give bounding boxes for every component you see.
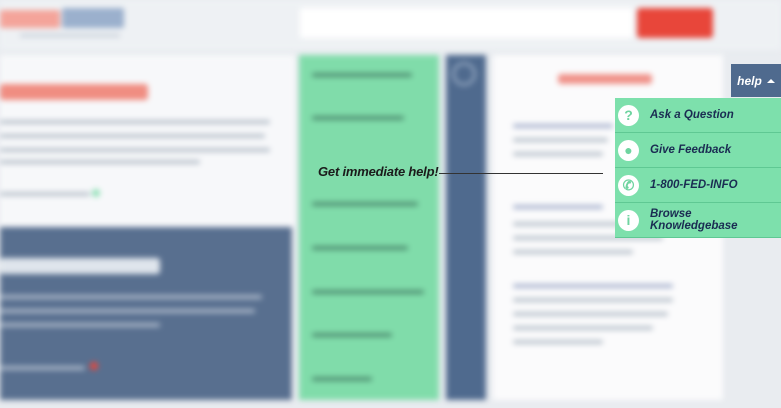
nav-link[interactable] [312,333,392,337]
text-line [0,160,200,164]
text-line [0,134,265,138]
text-line [0,148,270,152]
nav-column-navy [446,55,486,400]
search-input[interactable] [300,8,633,38]
text-line [513,298,673,302]
start-business-heading [0,84,148,100]
nav-link[interactable] [312,73,412,77]
help-item-ask-question[interactable]: ? Ask a Question [615,98,781,133]
nav-link[interactable] [312,116,404,120]
text-line [0,120,270,124]
help-item-give-feedback[interactable]: ● Give Feedback [615,133,781,168]
help-item-label: Give Feedback [650,144,732,156]
nav-link[interactable] [312,202,418,206]
lightbulb-icon: ● [618,139,639,161]
sponsored-heading [558,74,652,84]
help-item-label: Browse Knowledgebase [650,208,738,232]
nav-link[interactable] [312,246,408,250]
learn-more-dot [90,362,98,370]
learn-more-dot [92,189,100,197]
question-icon: ? [618,104,639,126]
nav-column-green [299,55,439,400]
help-item-label: Ask a Question [650,109,734,121]
text-line [513,124,613,128]
text-line [513,284,673,288]
info-icon: i [618,209,639,231]
nav-link[interactable] [312,290,424,294]
text-line [513,205,603,209]
text-line [513,326,653,330]
site-logo-mark [62,8,124,28]
learn-more-link [0,366,85,370]
access-financing-heading [0,258,160,274]
help-tab-label: help [737,73,762,88]
help-menu: ? Ask a Question ● Give Feedback ✆ 1-800… [615,98,781,238]
caret-up-icon [766,78,775,83]
text-line [513,250,633,254]
site-logo [0,10,60,28]
text-line [513,138,608,142]
text-line [513,152,603,156]
text-line [0,309,255,313]
text-line [0,295,262,299]
text-line [513,340,603,344]
nav-settings-icon [452,62,476,86]
site-logo-tagline [20,34,120,37]
text-line [0,323,160,327]
search-button[interactable] [637,8,713,38]
nav-link[interactable] [312,377,372,381]
access-financing-panel [0,227,292,400]
get-help-callout: Get immediate help! [318,164,439,179]
phone-icon: ✆ [618,174,639,196]
help-item-browse-knowledgebase[interactable]: i Browse Knowledgebase [615,203,781,238]
help-tab-button[interactable]: help [731,64,781,97]
text-line [513,312,668,316]
callout-connector-line [439,173,603,174]
help-item-label: 1-800-FED-INFO [650,179,738,191]
learn-more-link [0,192,90,196]
help-item-phone[interactable]: ✆ 1-800-FED-INFO [615,168,781,203]
